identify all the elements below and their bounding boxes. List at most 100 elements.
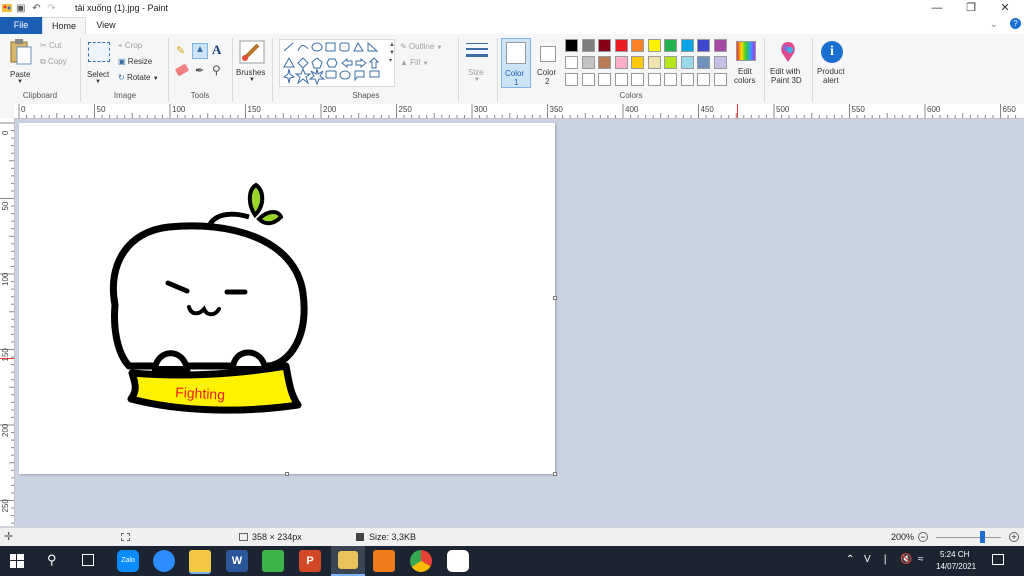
paste-button[interactable]: Paste ▼	[6, 38, 34, 86]
restore-button[interactable]: ❐	[954, 0, 988, 17]
palette-swatch[interactable]	[565, 39, 578, 52]
palette-swatch[interactable]	[713, 39, 727, 52]
palette-swatch[interactable]	[647, 39, 661, 52]
search-icon[interactable]: ⚲	[47, 552, 57, 568]
ruler-tick-label: 100	[1, 272, 10, 286]
palette-swatch[interactable]	[598, 73, 611, 86]
clock-time[interactable]: 5:24 CH	[940, 550, 969, 559]
powerpoint-icon[interactable]: P	[299, 550, 321, 572]
zoom-meeting-icon[interactable]	[153, 550, 175, 572]
tab-view[interactable]: View	[86, 17, 126, 34]
palette-swatch[interactable]	[581, 39, 595, 52]
brushes-button[interactable]: Brushes ▼	[236, 40, 268, 86]
redo-icon[interactable]: ↷	[47, 3, 55, 14]
pencil-icon[interactable]: ✎	[176, 44, 190, 58]
magnifier-icon[interactable]: ⚲	[212, 63, 221, 77]
palette-swatch[interactable]	[664, 39, 677, 52]
edit-colors-button[interactable]: Edit colors	[732, 38, 760, 88]
ruler-tick-label: 0	[21, 105, 26, 114]
palette-swatch[interactable]	[697, 39, 710, 52]
palette-swatch[interactable]	[598, 39, 611, 52]
ime-icon[interactable]: ❘	[881, 554, 889, 565]
fill-button[interactable]: ▲ Fill ▼	[400, 58, 429, 67]
paint-app-icon[interactable]	[2, 3, 12, 13]
zoom-out-button[interactable]: −	[918, 532, 928, 542]
zalo-app-icon[interactable]: Zalo	[117, 550, 139, 572]
zoom-slider-track[interactable]	[936, 537, 1001, 538]
crop-button[interactable]: ⌖ Crop	[118, 41, 142, 51]
palette-swatch[interactable]	[647, 56, 661, 69]
palette-swatch[interactable]	[581, 56, 595, 69]
palette-swatch[interactable]	[614, 56, 628, 69]
undo-icon[interactable]: ↶	[32, 3, 40, 14]
edit-with-paint3d-button[interactable]: Edit with Paint 3D	[768, 38, 808, 88]
color1-button[interactable]: Color 1	[501, 38, 531, 88]
tab-file[interactable]: File	[0, 17, 42, 34]
palette-swatch[interactable]	[664, 56, 677, 69]
tab-home[interactable]: Home	[42, 17, 86, 34]
resize-handle-corner[interactable]	[553, 472, 557, 476]
collapse-ribbon-icon[interactable]: ⌄	[990, 19, 998, 30]
resize-handle-right[interactable]	[553, 296, 557, 300]
network-icon[interactable]: ≈	[918, 554, 924, 565]
chrome-icon[interactable]	[410, 550, 432, 572]
palette-swatch[interactable]	[614, 73, 628, 86]
palette-swatch[interactable]	[631, 56, 644, 69]
close-button[interactable]: ✕	[988, 0, 1022, 17]
rotate-button[interactable]: ↻ Rotate ▼	[118, 73, 159, 82]
fill-bucket-icon[interactable]: ▲	[192, 43, 208, 59]
copy-button[interactable]: ⧉ Copy	[40, 57, 67, 67]
task-view-icon[interactable]	[82, 554, 94, 566]
size-button[interactable]: Size ▼	[462, 40, 492, 86]
cut-button[interactable]: ✂ Cut	[40, 41, 61, 50]
resize-handle-bottom[interactable]	[285, 472, 289, 476]
text-tool-icon[interactable]: A	[212, 42, 221, 58]
outline-button[interactable]: ✎ Outline ▼	[400, 42, 442, 51]
palette-swatch[interactable]	[680, 39, 694, 52]
palette-swatch[interactable]	[631, 39, 644, 52]
palette-swatch[interactable]	[713, 73, 727, 86]
product-alert-button[interactable]: i Product alert	[814, 38, 852, 88]
notifications-icon[interactable]	[992, 554, 1004, 565]
app-icon[interactable]	[262, 550, 284, 572]
color2-button[interactable]: Color 2	[535, 38, 561, 88]
palette-swatch[interactable]	[565, 73, 578, 86]
language-indicator[interactable]: V	[864, 554, 871, 565]
select-button[interactable]: Select ▼	[86, 40, 112, 86]
resize-button[interactable]: ▣ Resize	[118, 57, 152, 66]
palette-swatch[interactable]	[581, 73, 595, 86]
word-icon[interactable]: W	[226, 550, 248, 572]
shapes-scroll[interactable]: ▲ ▼ ▾	[389, 41, 395, 65]
palette-swatch[interactable]	[713, 56, 727, 69]
help-icon[interactable]: ?	[1010, 18, 1021, 29]
show-hidden-icons[interactable]: ⌃	[846, 554, 854, 565]
file-explorer-icon[interactable]	[189, 550, 211, 574]
palette-swatch[interactable]	[697, 56, 710, 69]
palette-swatch[interactable]	[664, 73, 677, 86]
palette-swatch[interactable]	[647, 73, 661, 86]
title-bar: ▣ ↶ ↷ ▼ tải xuống (1).jpg - Paint — ❐ ✕	[0, 0, 1024, 30]
palette-swatch[interactable]	[680, 56, 694, 69]
volume-muted-icon[interactable]: 🔇	[900, 554, 912, 565]
palette-swatch[interactable]	[631, 73, 644, 86]
eraser-icon[interactable]	[174, 63, 190, 77]
clock-date[interactable]: 14/07/2021	[936, 562, 976, 571]
palette-swatch[interactable]	[614, 39, 628, 52]
color-picker-icon[interactable]: ✒	[195, 64, 204, 77]
zoom-slider-thumb[interactable]	[979, 531, 985, 543]
chevron-down-icon: ▼	[17, 79, 23, 85]
palette-swatch[interactable]	[680, 73, 694, 86]
palette-swatch[interactable]	[565, 56, 578, 69]
palette-swatch[interactable]	[697, 73, 710, 86]
save-icon[interactable]: ▣	[16, 3, 25, 14]
palette-swatch[interactable]	[598, 56, 611, 69]
zoom-in-button[interactable]: +	[1009, 532, 1019, 542]
windows-start-icon[interactable]	[10, 554, 24, 568]
app-icon[interactable]	[373, 550, 395, 572]
drawing-canvas[interactable]: Fighting	[19, 123, 555, 474]
paint-taskbar-button[interactable]	[331, 546, 365, 576]
app-icon[interactable]	[447, 550, 469, 572]
divider	[497, 38, 498, 102]
shapes-gallery[interactable]	[279, 39, 395, 87]
minimize-button[interactable]: —	[920, 0, 954, 17]
